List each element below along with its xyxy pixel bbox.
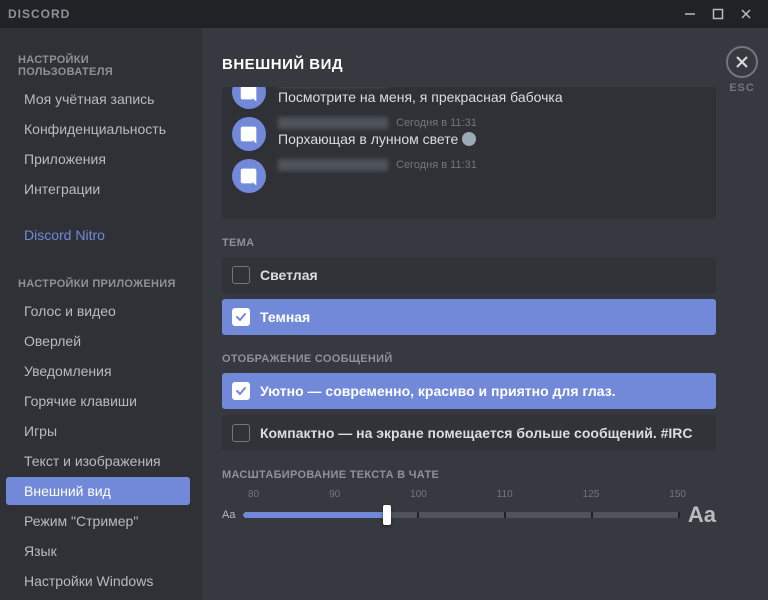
close-icon [735,55,749,69]
sidebar-item-notifications[interactable]: Уведомления [6,357,190,385]
slider-tick: 100 [410,489,427,500]
sidebar-item-overlay[interactable]: Оверлей [6,327,190,355]
discord-icon [238,87,260,103]
display-option-compact[interactable]: Компактно — на экране помещается больше … [222,415,716,451]
username-blur [278,159,388,171]
checkbox-icon [232,266,250,284]
slider-tick: 90 [329,489,340,500]
slider-aa-big: Aa [688,502,716,528]
sidebar-section-app: НАСТРОЙКИ ПРИЛОЖЕНИЯ [0,272,196,296]
preview-message: Сегодня в 11:31 [232,159,706,193]
theme-option-dark[interactable]: Темная [222,299,716,335]
sidebar-item-integrations[interactable]: Интеграции [6,175,190,203]
slider-tick: 150 [669,489,686,500]
theme-option-label: Темная [260,309,310,325]
message-preview: Посмотрите на меня, я прекрасная бабочка… [222,87,716,219]
discord-icon [238,123,260,145]
preview-message: Сегодня в 11:31 Порхающая в лунном свете [232,117,706,151]
preview-message-text: Посмотрите на меня, я прекрасная бабочка [278,89,706,105]
sidebar-item-nitro[interactable]: Discord Nitro [6,221,190,249]
avatar [232,117,266,151]
app-brand: DISCORD [8,7,70,21]
sidebar-item-account[interactable]: Моя учётная запись [6,85,190,113]
sidebar-item-windows[interactable]: Настройки Windows [6,567,190,595]
close-column: ESC [726,46,758,94]
sidebar-item-text-images[interactable]: Текст и изображения [6,447,190,475]
window-close-icon[interactable] [732,3,760,25]
preview-message-time: Сегодня в 11:31 [396,117,477,129]
username-blur [278,117,388,129]
scaling-section-label: МАСШТАБИРОВАНИЕ ТЕКСТА В ЧАТЕ [222,469,716,481]
slider-fill [243,512,387,518]
preview-message: Посмотрите на меня, я прекрасная бабочка [232,87,706,109]
sidebar-item-keybinds[interactable]: Горячие клавиши [6,387,190,415]
preview-message-body: Сегодня в 11:31 [278,159,706,193]
slider-aa-small: Aa [222,509,235,521]
window-minimize-icon[interactable] [676,3,704,25]
display-option-label: Уютно — современно, красиво и приятно дл… [260,383,616,399]
emoji-icon [462,132,476,146]
slider-tick: 125 [583,489,600,500]
font-scaling-slider[interactable] [243,508,679,522]
checkbox-icon [232,382,250,400]
slider-tick: 110 [497,489,513,500]
discord-icon [238,165,260,187]
app-window: DISCORD НАСТРОЙКИ ПОЛЬЗОВАТЕЛЯ Моя учётн… [0,0,768,600]
close-label: ESC [729,82,755,94]
font-scaling-control: 80 90 100 110 125 150 Aa Aa [222,489,716,528]
preview-message-time: Сегодня в 11:31 [396,159,477,171]
window-maximize-icon[interactable] [704,3,732,25]
page-title: ВНЕШНИЙ ВИД [222,56,716,73]
slider-row: Aa Aa [222,502,716,528]
avatar [232,159,266,193]
display-option-cozy[interactable]: Уютно — современно, красиво и приятно дл… [222,373,716,409]
sidebar-item-appearance[interactable]: Внешний вид [6,477,190,505]
sidebar-item-language[interactable]: Язык [6,537,190,565]
preview-message-body: Сегодня в 11:31 Порхающая в лунном свете [278,117,706,151]
sidebar-item-games[interactable]: Игры [6,417,190,445]
settings-main: ESC ВНЕШНИЙ ВИД Посмотрите на меня, я пр… [202,28,768,600]
sidebar-section-user: НАСТРОЙКИ ПОЛЬЗОВАТЕЛЯ [0,48,196,84]
sidebar-item-privacy[interactable]: Конфиденциальность [6,115,190,143]
sidebar-item-voice[interactable]: Голос и видео [6,297,190,325]
preview-message-text: Порхающая в лунном свете [278,131,706,147]
sidebar-item-apps[interactable]: Приложения [6,145,190,173]
settings-body: НАСТРОЙКИ ПОЛЬЗОВАТЕЛЯ Моя учётная запис… [0,28,768,600]
checkbox-icon [232,308,250,326]
slider-ticks: 80 90 100 110 125 150 [222,489,716,500]
close-button[interactable] [726,46,758,78]
slider-thumb[interactable] [383,505,391,525]
display-option-label: Компактно — на экране помещается больше … [260,425,693,441]
checkbox-icon [232,424,250,442]
settings-sidebar: НАСТРОЙКИ ПОЛЬЗОВАТЕЛЯ Моя учётная запис… [0,28,202,600]
preview-message-body: Посмотрите на меня, я прекрасная бабочка [278,87,706,109]
avatar [232,87,266,109]
titlebar: DISCORD [0,0,768,28]
sidebar-item-streamer[interactable]: Режим "Стример" [6,507,190,535]
theme-section-label: ТЕМА [222,237,716,249]
theme-option-label: Светлая [260,267,318,283]
slider-tick: 80 [248,489,259,500]
display-section-label: ОТОБРАЖЕНИЕ СООБЩЕНИЙ [222,353,716,365]
theme-option-light[interactable]: Светлая [222,257,716,293]
